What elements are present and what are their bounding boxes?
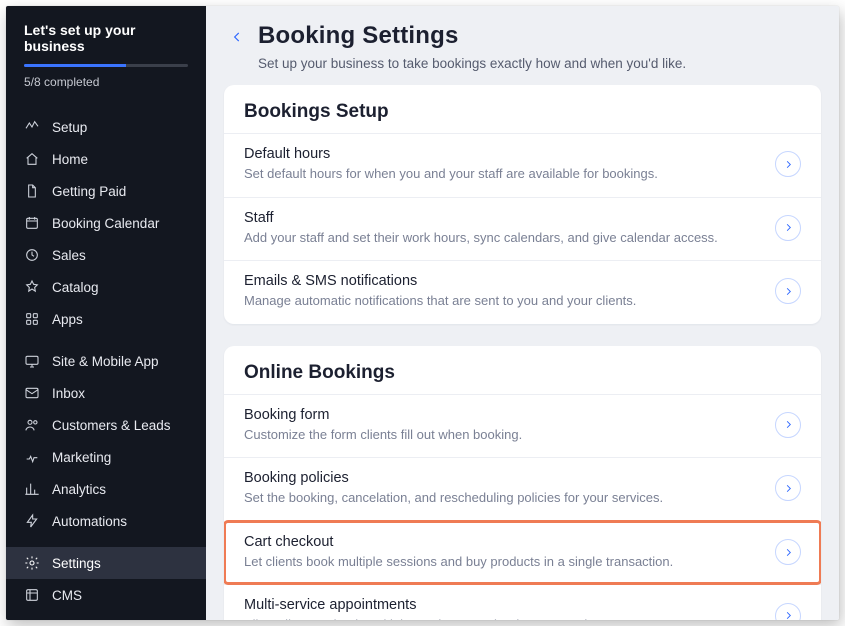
sidebar-item-label: Booking Calendar xyxy=(52,216,159,231)
sidebar-item-apps[interactable]: Apps xyxy=(6,303,206,335)
sidebar-item-label: Marketing xyxy=(52,450,111,465)
apps-icon xyxy=(24,311,40,327)
sidebar-item-getting-paid[interactable]: Getting Paid xyxy=(6,175,206,207)
settings-row-multi-service-appointments[interactable]: Multi-service appointments Allow clients … xyxy=(224,584,821,620)
sidebar-item-site-mobile-app[interactable]: Site & Mobile App xyxy=(6,345,206,377)
inbox-icon xyxy=(24,385,40,401)
row-title: Staff xyxy=(244,210,757,226)
row-description: Customize the form clients fill out when… xyxy=(244,426,757,444)
row-description: Manage automatic notifications that are … xyxy=(244,292,757,310)
row-description: Add your staff and set their work hours,… xyxy=(244,229,757,247)
row-open-button[interactable] xyxy=(775,603,801,620)
chevron-right-icon xyxy=(783,419,794,430)
setup-assistant-title: Let's set up your business xyxy=(24,22,188,54)
sidebar: Let's set up your business 5/8 completed… xyxy=(6,6,206,620)
row-open-button[interactable] xyxy=(775,278,801,304)
sidebar-item-catalog[interactable]: Catalog xyxy=(6,271,206,303)
row-title: Booking policies xyxy=(244,470,757,486)
row-description: Let clients book multiple sessions and b… xyxy=(244,553,757,571)
settings-row-emails-sms-notifications[interactable]: Emails & SMS notifications Manage automat… xyxy=(224,260,821,324)
sidebar-item-booking-calendar[interactable]: Booking Calendar xyxy=(6,207,206,239)
marketing-icon xyxy=(24,449,40,465)
sidebar-item-label: Setup xyxy=(52,120,87,135)
sidebar-item-inbox[interactable]: Inbox xyxy=(6,377,206,409)
sales-icon xyxy=(24,247,40,263)
home-icon xyxy=(24,151,40,167)
setup-progress-text: 5/8 completed xyxy=(24,75,188,89)
sidebar-item-setup[interactable]: Setup xyxy=(6,111,206,143)
getting-paid-icon xyxy=(24,183,40,199)
sidebar-item-label: Settings xyxy=(52,556,101,571)
chevron-right-icon xyxy=(783,222,794,233)
settings-icon xyxy=(24,555,40,571)
chevron-right-icon xyxy=(783,547,794,558)
main-content: Booking Settings Set up your business to… xyxy=(206,6,839,620)
row-description: Set default hours for when you and your … xyxy=(244,165,757,183)
row-description: Allow clients to book multiple services … xyxy=(244,616,757,620)
page-subtitle: Set up your business to take bookings ex… xyxy=(258,56,686,71)
row-open-button[interactable] xyxy=(775,151,801,177)
chevron-right-icon xyxy=(783,286,794,297)
catalog-icon xyxy=(24,279,40,295)
cms-icon xyxy=(24,587,40,603)
row-description: Set the booking, cancelation, and resche… xyxy=(244,489,757,507)
chevron-right-icon xyxy=(783,159,794,170)
sidebar-item-settings[interactable]: Settings xyxy=(6,547,206,579)
customers-leads-icon xyxy=(24,417,40,433)
section-heading: Bookings Setup xyxy=(224,85,821,133)
row-open-button[interactable] xyxy=(775,475,801,501)
settings-row-staff[interactable]: Staff Add your staff and set their work h… xyxy=(224,197,821,261)
sidebar-item-sales[interactable]: Sales xyxy=(6,239,206,271)
sidebar-item-label: Sales xyxy=(52,248,86,263)
row-title: Cart checkout xyxy=(244,534,757,550)
setup-progress-bar xyxy=(24,64,188,67)
row-open-button[interactable] xyxy=(775,412,801,438)
back-button[interactable] xyxy=(226,26,248,48)
row-title: Emails & SMS notifications xyxy=(244,273,757,289)
chevron-right-icon xyxy=(783,610,794,620)
row-title: Default hours xyxy=(244,146,757,162)
sidebar-item-label: CMS xyxy=(52,588,82,603)
sidebar-item-label: Catalog xyxy=(52,280,99,295)
sidebar-item-cms[interactable]: CMS xyxy=(6,579,206,611)
row-open-button[interactable] xyxy=(775,215,801,241)
row-title: Multi-service appointments xyxy=(244,597,757,613)
sidebar-item-marketing[interactable]: Marketing xyxy=(6,441,206,473)
sidebar-item-analytics[interactable]: Analytics xyxy=(6,473,206,505)
settings-section: Bookings Setup Default hours Set default h… xyxy=(224,85,821,324)
section-heading: Online Bookings xyxy=(224,346,821,394)
sidebar-item-label: Home xyxy=(52,152,88,167)
chevron-right-icon xyxy=(783,483,794,494)
sidebar-item-label: Inbox xyxy=(52,386,85,401)
sidebar-item-label: Apps xyxy=(52,312,83,327)
automations-icon xyxy=(24,513,40,529)
settings-section: Online Bookings Booking form Customize the… xyxy=(224,346,821,620)
sidebar-nav: Setup Home Getting Paid Booking Calendar Sal… xyxy=(6,101,206,615)
sidebar-item-label: Getting Paid xyxy=(52,184,126,199)
row-open-button[interactable] xyxy=(775,539,801,565)
sidebar-item-customers-leads[interactable]: Customers & Leads xyxy=(6,409,206,441)
page-title: Booking Settings xyxy=(258,22,686,50)
chevron-left-icon xyxy=(230,30,244,44)
booking-calendar-icon xyxy=(24,215,40,231)
sidebar-item-label: Customers & Leads xyxy=(52,418,171,433)
row-title: Booking form xyxy=(244,407,757,423)
settings-row-cart-checkout[interactable]: Cart checkout Let clients book multiple s… xyxy=(224,521,821,585)
sidebar-item-home[interactable]: Home xyxy=(6,143,206,175)
analytics-icon xyxy=(24,481,40,497)
settings-row-booking-form[interactable]: Booking form Customize the form clients f… xyxy=(224,394,821,458)
setup-icon xyxy=(24,119,40,135)
sidebar-item-label: Site & Mobile App xyxy=(52,354,159,369)
sidebar-item-automations[interactable]: Automations xyxy=(6,505,206,537)
settings-row-default-hours[interactable]: Default hours Set default hours for when … xyxy=(224,133,821,197)
sidebar-item-label: Automations xyxy=(52,514,127,529)
site-mobile-app-icon xyxy=(24,353,40,369)
sidebar-item-label: Analytics xyxy=(52,482,106,497)
settings-row-booking-policies[interactable]: Booking policies Set the booking, cancela… xyxy=(224,457,821,521)
